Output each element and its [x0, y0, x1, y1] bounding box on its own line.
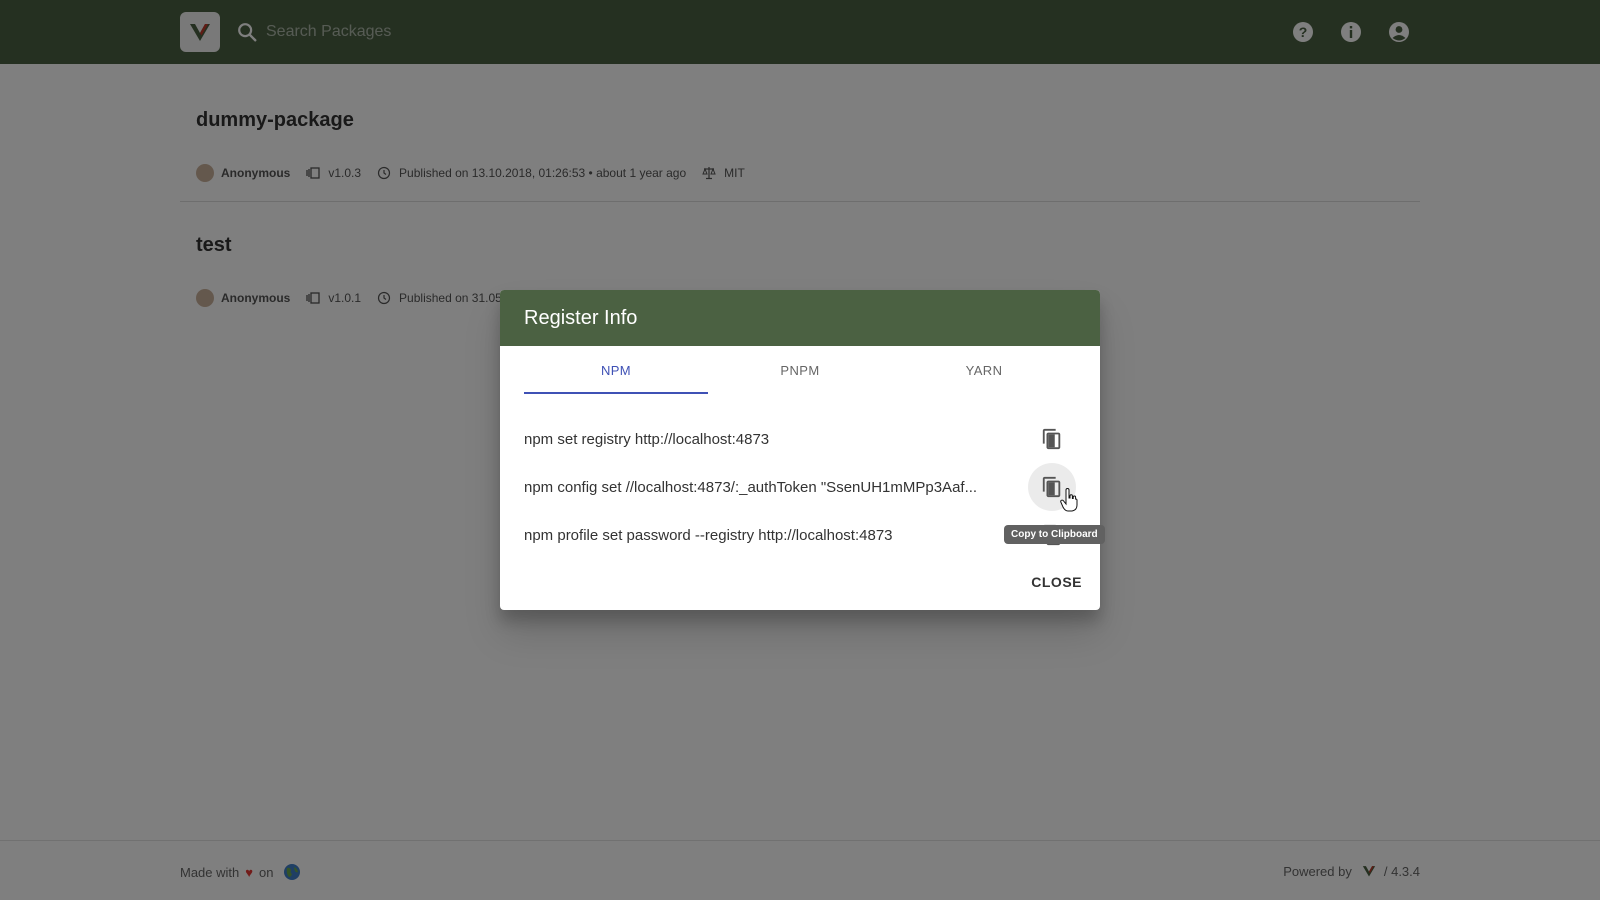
command-row: npm config set //localhost:4873/:_authTo… — [524, 463, 1076, 511]
tab-pnpm[interactable]: PNPM — [708, 346, 892, 394]
tab-npm[interactable]: NPM — [524, 346, 708, 394]
command-text: npm set registry http://localhost:4873 — [524, 430, 770, 448]
command-text: npm profile set password --registry http… — [524, 526, 893, 544]
close-button[interactable]: CLOSE — [1029, 570, 1084, 594]
command-row: npm set registry http://localhost:4873 — [524, 419, 1076, 459]
tab-yarn[interactable]: YARN — [892, 346, 1076, 394]
copy-button[interactable] — [1028, 415, 1076, 463]
registry-tabs: NPM PNPM YARN — [524, 346, 1076, 394]
copy-icon — [1042, 428, 1061, 450]
register-info-dialog: Register Info NPM PNPM YARN npm set regi… — [500, 290, 1100, 610]
hand-cursor-icon — [1060, 488, 1078, 512]
dialog-title: Register Info — [500, 290, 1100, 346]
command-row: npm profile set password --registry http… — [524, 515, 1076, 555]
copy-tooltip: Copy to Clipboard — [1004, 525, 1105, 544]
command-text: npm config set //localhost:4873/:_authTo… — [524, 478, 978, 496]
